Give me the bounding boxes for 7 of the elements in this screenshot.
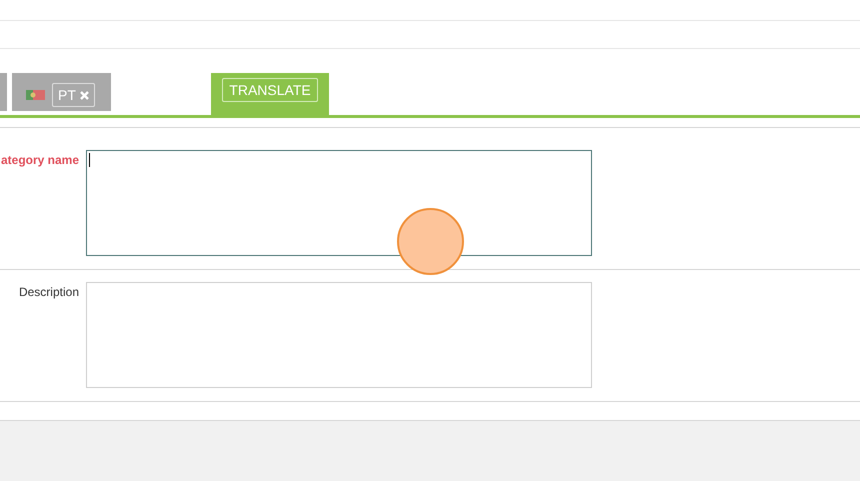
field-label: ategory name: [0, 152, 79, 169]
close-icon[interactable]: [80, 90, 89, 100]
translate-button[interactable]: TRANSLATE: [222, 78, 318, 102]
language-chip[interactable]: PT: [52, 83, 95, 107]
text-area[interactable]: [86, 150, 592, 256]
field-label: Description: [18, 284, 79, 301]
flag-icon: [26, 90, 45, 100]
